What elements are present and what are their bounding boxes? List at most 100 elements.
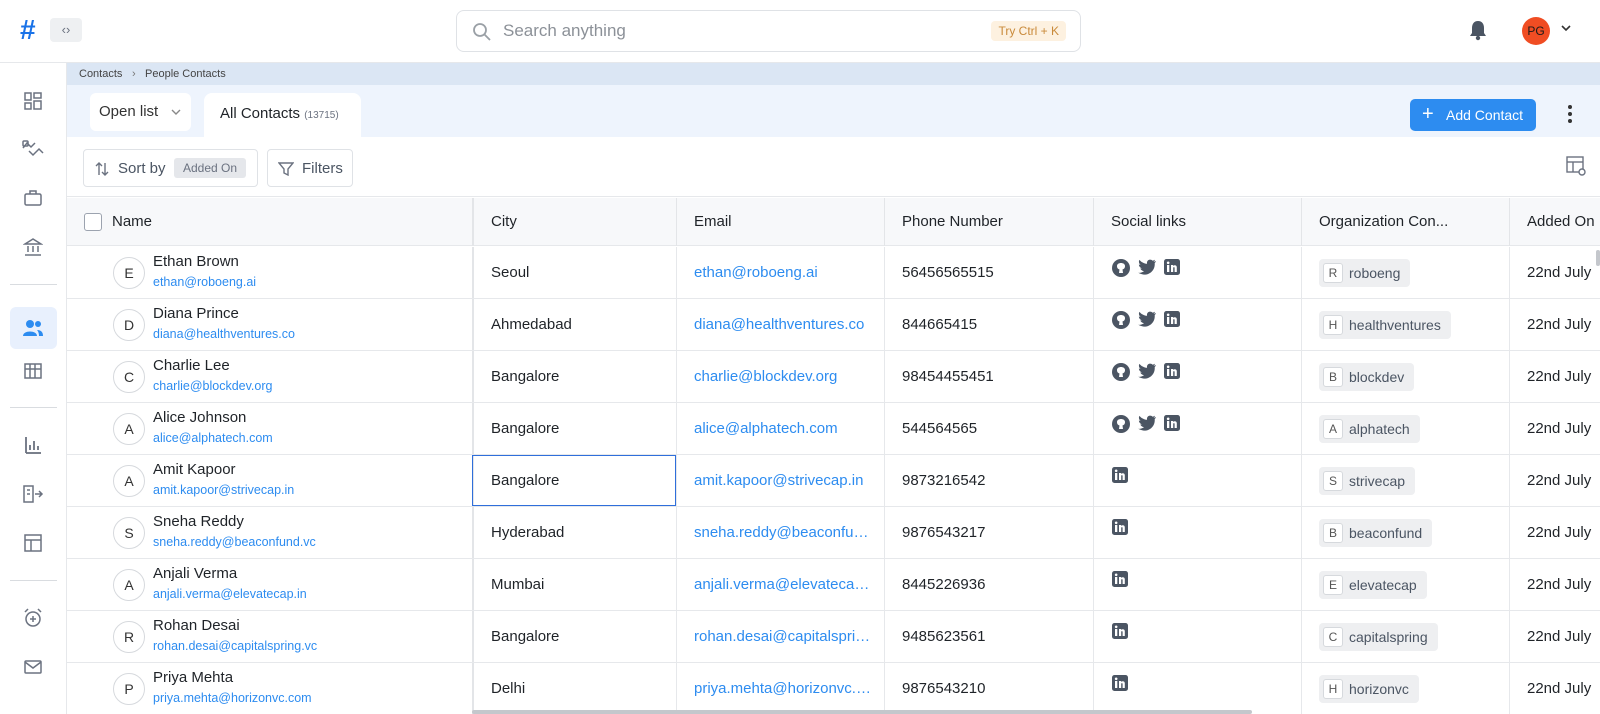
vertical-scrollbar[interactable] — [1596, 250, 1600, 266]
name-cell[interactable]: P Priya Mehta priya.mehta@horizonvc.com — [67, 663, 472, 714]
column-header-added-on[interactable]: Added On — [1509, 198, 1600, 246]
mail-icon[interactable] — [20, 654, 46, 680]
table-row[interactable]: A Alice Johnson alice@alphatech.com Bangalo… — [67, 403, 1600, 455]
contact-name[interactable]: Charlie Lee — [153, 357, 230, 375]
contact-name[interactable]: Rohan Desai — [153, 617, 240, 635]
city-cell[interactable]: Bangalore — [472, 351, 676, 402]
sort-by-button[interactable]: Sort by Added On — [83, 149, 258, 187]
table-row[interactable]: P Priya Mehta priya.mehta@horizonvc.com Del… — [67, 663, 1600, 714]
phone-cell[interactable]: 8445226936 — [884, 559, 1093, 610]
phone-cell[interactable]: 844665415 — [884, 299, 1093, 350]
phone-cell[interactable]: 56456565515 — [884, 247, 1093, 298]
chevron-down-icon[interactable] — [1560, 22, 1572, 34]
phone-cell[interactable]: 9485623561 — [884, 611, 1093, 662]
email-cell[interactable]: sneha.reddy@beaconfund.vc — [676, 507, 884, 558]
email-cell[interactable]: rohan.desai@capitalspring.vc — [676, 611, 884, 662]
column-header-social[interactable]: Social links — [1093, 198, 1301, 246]
bell-icon[interactable] — [1468, 19, 1488, 41]
email-cell[interactable]: anjali.verma@elevatecap.in — [676, 559, 884, 610]
organization-cell[interactable]: Ccapitalspring — [1301, 611, 1509, 662]
table-row[interactable]: R Rohan Desai rohan.desai@capitalspring.vc… — [67, 611, 1600, 663]
table-row[interactable]: C Charlie Lee charlie@blockdev.org Bangalor… — [67, 351, 1600, 403]
email-cell[interactable]: amit.kapoor@strivecap.in — [676, 455, 884, 506]
organization-cell[interactable]: Bbeaconfund — [1301, 507, 1509, 558]
organization-cell[interactable]: Aalphatech — [1301, 403, 1509, 454]
organization-chip[interactable]: Eelevatecap — [1319, 571, 1427, 599]
breadcrumb-root-link[interactable]: Contacts — [79, 68, 122, 80]
name-cell[interactable]: D Diana Prince diana@healthventures.co — [67, 299, 472, 350]
contact-subtitle-email[interactable]: sneha.reddy@beaconfund.vc — [153, 534, 316, 550]
contact-name[interactable]: Anjali Verma — [153, 565, 237, 583]
contact-subtitle-email[interactable]: alice@alphatech.com — [153, 430, 273, 446]
twitter-icon[interactable] — [1137, 362, 1163, 384]
phone-cell[interactable]: 544564565 — [884, 403, 1093, 454]
table-row[interactable]: S Sneha Reddy sneha.reddy@beaconfund.vc Hyd… — [67, 507, 1600, 559]
contact-subtitle-email[interactable]: priya.mehta@horizonvc.com — [153, 690, 312, 706]
github-icon[interactable] — [1111, 310, 1137, 334]
linkedin-icon[interactable] — [1163, 414, 1187, 436]
name-cell[interactable]: A Alice Johnson alice@alphatech.com — [67, 403, 472, 454]
email-cell[interactable]: ethan@roboeng.ai — [676, 247, 884, 298]
city-cell[interactable]: Delhi — [472, 663, 676, 714]
filters-button[interactable]: Filters — [267, 149, 353, 187]
linkedin-icon[interactable] — [1111, 466, 1135, 488]
alarm-add-icon[interactable] — [20, 605, 46, 631]
phone-cell[interactable]: 9873216542 — [884, 455, 1093, 506]
phone-cell[interactable]: 9876543210 — [884, 663, 1093, 714]
organization-cell[interactable]: Hhorizonvc — [1301, 663, 1509, 714]
linkedin-icon[interactable] — [1163, 258, 1187, 280]
contact-subtitle-email[interactable]: ethan@roboeng.ai — [153, 274, 256, 290]
organization-cell[interactable]: Rroboeng — [1301, 247, 1509, 298]
email-cell[interactable]: diana@healthventures.co — [676, 299, 884, 350]
linkedin-icon[interactable] — [1111, 518, 1135, 540]
linkedin-icon[interactable] — [1111, 674, 1135, 696]
table-row[interactable]: A Anjali Verma anjali.verma@elevatecap.in M… — [67, 559, 1600, 611]
organization-cell[interactable]: Sstrivecap — [1301, 455, 1509, 506]
column-header-organization[interactable]: Organization Con... — [1301, 198, 1509, 246]
city-cell[interactable]: Bangalore — [472, 455, 676, 506]
contact-subtitle-email[interactable]: rohan.desai@capitalspring.vc — [153, 638, 317, 654]
more-options-icon[interactable] — [1564, 103, 1576, 127]
contact-name[interactable]: Ethan Brown — [153, 253, 239, 271]
contact-name[interactable]: Sneha Reddy — [153, 513, 244, 531]
twitter-icon[interactable] — [1137, 310, 1163, 332]
organization-chip[interactable]: Rroboeng — [1319, 259, 1411, 287]
name-cell[interactable]: A Amit Kapoor amit.kapoor@strivecap.in — [67, 455, 472, 506]
app-logo[interactable]: # — [20, 14, 36, 46]
twitter-icon[interactable] — [1137, 414, 1163, 436]
horizontal-scrollbar[interactable] — [472, 710, 1252, 714]
tab-all-contacts[interactable]: All Contacts (13715) — [204, 93, 361, 137]
column-header-name[interactable]: Name — [67, 198, 472, 246]
dashboard-icon[interactable] — [20, 88, 46, 114]
bank-icon[interactable] — [20, 234, 46, 260]
name-cell[interactable]: E Ethan Brown ethan@roboeng.ai — [67, 247, 472, 298]
bar-chart-icon[interactable] — [20, 432, 46, 458]
organization-chip[interactable]: Aalphatech — [1319, 415, 1420, 443]
organization-cell[interactable]: Hhealthventures — [1301, 299, 1509, 350]
twitter-icon[interactable] — [1137, 258, 1163, 280]
search-input[interactable] — [503, 17, 963, 45]
layout-icon[interactable] — [20, 530, 46, 556]
phone-cell[interactable]: 9876543217 — [884, 507, 1093, 558]
organization-chip[interactable]: Bbeaconfund — [1319, 519, 1433, 547]
phone-cell[interactable]: 98454455451 — [884, 351, 1093, 402]
organization-chip[interactable]: Bblockdev — [1319, 363, 1415, 391]
sidebar-toggle-button[interactable]: ‹› — [50, 18, 82, 42]
organization-chip[interactable]: Ccapitalspring — [1319, 623, 1438, 651]
linkedin-icon[interactable] — [1111, 570, 1135, 592]
people-icon[interactable] — [20, 315, 46, 341]
user-avatar[interactable]: PG — [1522, 17, 1550, 45]
linkedin-icon[interactable] — [1163, 310, 1187, 332]
organization-cell[interactable]: Eelevatecap — [1301, 559, 1509, 610]
city-cell[interactable]: Ahmedabad — [472, 299, 676, 350]
name-cell[interactable]: S Sneha Reddy sneha.reddy@beaconfund.vc — [67, 507, 472, 558]
open-list-dropdown[interactable]: Open list — [90, 93, 191, 131]
contact-name[interactable]: Priya Mehta — [153, 669, 233, 687]
search-box[interactable]: Try Ctrl + K — [456, 10, 1081, 52]
linkedin-icon[interactable] — [1111, 622, 1135, 644]
building-export-icon[interactable] — [20, 481, 46, 507]
github-icon[interactable] — [1111, 414, 1137, 438]
table-row[interactable]: A Amit Kapoor amit.kapoor@strivecap.in Bang… — [67, 455, 1600, 507]
city-cell[interactable]: Seoul — [472, 247, 676, 298]
email-cell[interactable]: charlie@blockdev.org — [676, 351, 884, 402]
